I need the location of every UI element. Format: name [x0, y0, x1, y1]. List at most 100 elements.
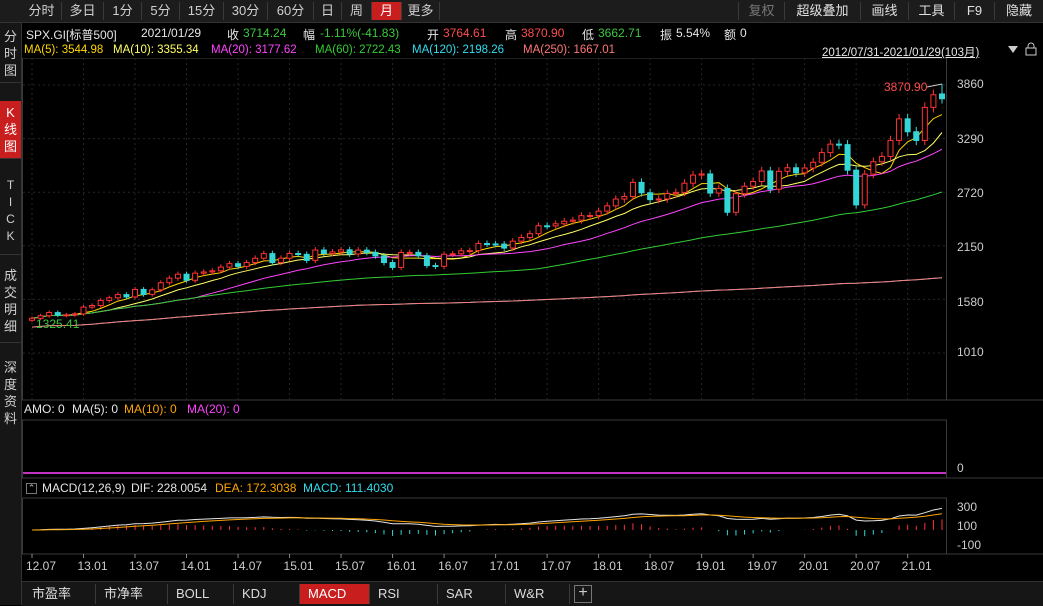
amp-value: 5.54%: [676, 26, 711, 40]
tab-kdj[interactable]: KDJ: [234, 584, 300, 604]
period-multiday-button[interactable]: 多日: [62, 2, 104, 20]
candle-body: [355, 249, 362, 255]
period-1min-button[interactable]: 1分: [104, 2, 142, 20]
amo-ma20-value: MA(20): 0: [187, 402, 240, 416]
tab-sar[interactable]: SAR: [438, 584, 506, 604]
change-value: -1.11%(-41.83): [320, 26, 400, 40]
add-tab-icon[interactable]: +: [574, 585, 592, 603]
date-tick: 12.07: [26, 559, 56, 573]
candle-body: [303, 253, 310, 261]
date-tick: 21.01: [902, 559, 932, 573]
close-label: 收: [227, 28, 240, 42]
tab-trade-detail[interactable]: 成交明细: [0, 265, 21, 343]
candle-body: [561, 220, 568, 225]
price-tick: 3290: [957, 132, 984, 146]
date-tick: 19.01: [696, 559, 726, 573]
ma10-value: MA(10): 3355.34: [113, 44, 199, 56]
tab-kline[interactable]: K线图: [0, 101, 21, 159]
price-tick: 2150: [957, 240, 984, 254]
super-overlay-button[interactable]: 超级叠加: [784, 2, 860, 20]
candle-body: [415, 251, 422, 257]
tab-fenshi[interactable]: 分时图: [0, 25, 21, 83]
tab-macd[interactable]: MACD: [300, 584, 370, 604]
candle-body: [758, 170, 765, 182]
collapse-icon[interactable]: ⌃: [26, 483, 37, 494]
candle-body: [638, 181, 645, 194]
price-tick: 2720: [957, 186, 984, 200]
lock-icon[interactable]: [1024, 42, 1038, 56]
date-tick: 14.01: [181, 559, 211, 573]
tools-button[interactable]: 工具: [908, 2, 954, 20]
candle-body: [681, 182, 688, 193]
period-fenshi-button[interactable]: 分时: [22, 2, 62, 20]
candle-body: [458, 250, 465, 255]
candle-body: [835, 143, 842, 146]
date-tick: 20.01: [799, 559, 829, 573]
candle-body: [441, 253, 448, 267]
candles: [29, 83, 945, 323]
price-tick: 1010: [957, 345, 984, 359]
tab-rsi[interactable]: RSI: [370, 584, 438, 604]
price-axis: 3860 3290 2720 2150 1580 1010: [957, 77, 984, 359]
ma250-value: MA(250): 1667.01: [523, 44, 616, 56]
candle-body: [569, 219, 576, 222]
period-60min-button[interactable]: 60分: [268, 2, 314, 20]
candle-body: [235, 263, 242, 267]
candle-body: [587, 215, 594, 218]
candle-body: [750, 180, 757, 187]
candle-body: [200, 271, 207, 274]
candle-body: [853, 169, 860, 206]
tab-pb[interactable]: 市净率: [96, 584, 168, 604]
date-tick: 17.01: [490, 559, 520, 573]
candle-body: [243, 262, 250, 267]
candle-body: [767, 170, 774, 190]
candle-body: [97, 299, 104, 307]
f9-button[interactable]: F9: [954, 2, 994, 20]
candle-body: [106, 297, 113, 301]
candle-body: [166, 277, 173, 284]
period-15min-button[interactable]: 15分: [180, 2, 224, 20]
candle-body: [269, 253, 276, 264]
candle-body: [784, 167, 791, 172]
candle-body: [484, 243, 490, 246]
open-label: 开: [427, 28, 440, 42]
period-5min-button[interactable]: 5分: [142, 2, 180, 20]
candle-body: [423, 255, 430, 267]
candle-body: [192, 272, 199, 281]
candle-body: [63, 314, 70, 317]
candle-body: [183, 273, 190, 281]
tab-pe[interactable]: 市盈率: [24, 584, 96, 604]
candle-body: [707, 173, 714, 194]
period-30min-button[interactable]: 30分: [224, 2, 268, 20]
candle-body: [389, 262, 396, 268]
candle-body: [578, 215, 585, 221]
period-month-button[interactable]: 月: [372, 2, 402, 20]
candle-body: [509, 240, 516, 249]
dropdown-arrow-icon[interactable]: [1008, 46, 1018, 53]
candle-body: [921, 106, 928, 141]
period-day-button[interactable]: 日: [314, 2, 342, 20]
tab-boll[interactable]: BOLL: [168, 584, 234, 604]
candle-body: [629, 181, 636, 198]
tab-depth-info[interactable]: 深度资料: [0, 357, 21, 435]
candle-body: [612, 198, 619, 207]
dif-line: [31, 507, 943, 531]
ma-line: [31, 132, 943, 319]
ma5-value: MA(5): 3544.98: [24, 44, 104, 56]
left-tab-bar: 分时图 K线图 TICK 成交明细 深度资料: [0, 23, 22, 605]
candle-body: [29, 317, 35, 321]
tab-tick[interactable]: TICK: [0, 175, 21, 255]
period-week-button[interactable]: 周: [342, 2, 372, 20]
candle-body: [89, 305, 96, 308]
candle-body: [140, 288, 147, 295]
macd-tick: 100: [957, 519, 977, 533]
date-tick: 17.07: [541, 559, 571, 573]
hide-button[interactable]: 隐藏: [994, 2, 1043, 20]
draw-line-button[interactable]: 画线: [860, 2, 908, 20]
fuquan-button[interactable]: 复权: [738, 2, 784, 20]
candle-body: [621, 196, 628, 200]
period-more-button[interactable]: 更多: [402, 2, 440, 20]
change-label: 幅: [303, 28, 316, 42]
candle-body: [518, 236, 525, 242]
tab-wr[interactable]: W&R: [506, 584, 570, 604]
